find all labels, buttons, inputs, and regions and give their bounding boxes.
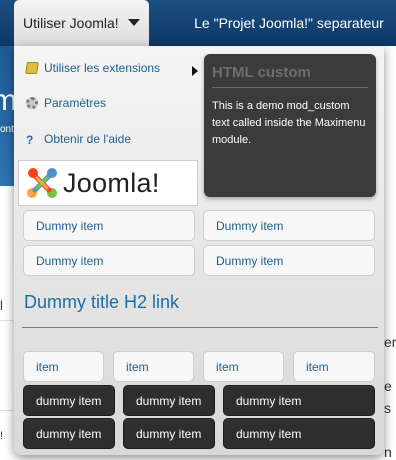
menu-tab-utiliser-joomla[interactable]: Utiliser Joomla! (14, 0, 149, 46)
menu-item-aide[interactable]: ? Obtenir de l'aide (26, 129, 131, 149)
top-menu-bar: Utiliser Joomla! Le "Projet Joomla!" sep… (0, 0, 396, 46)
item-label: item (306, 359, 329, 374)
dummy-item-button[interactable]: Dummy item (203, 210, 375, 241)
background-text: ! (0, 430, 4, 442)
joomla-logo-icon (27, 168, 57, 198)
extensions-icon (25, 62, 39, 74)
menu-tab-label: Le "Projet Joomla!" separateur (194, 15, 384, 31)
item-label: item (36, 359, 59, 374)
background-text: e (384, 378, 392, 394)
module-title: HTML custom (212, 64, 368, 88)
menu-item-extensions[interactable]: Utiliser les extensions (25, 58, 161, 78)
dark-item-label: dummy item (36, 426, 102, 441)
dummy-item-label: Dummy item (216, 218, 284, 233)
dummy-item-label: Dummy item (216, 253, 284, 268)
menu-tab-label: Utiliser Joomla! (23, 15, 119, 31)
dark-dummy-item-button[interactable]: dummy item (223, 418, 375, 449)
item-label: item (126, 359, 149, 374)
menu-tab-projet-joomla[interactable]: Le "Projet Joomla!" separateur (182, 0, 396, 46)
dark-dummy-item-button[interactable]: dummy item (23, 385, 115, 416)
submenu-arrow-icon (192, 66, 198, 76)
dummy-item-label: Dummy item (36, 218, 104, 233)
dummy-item-button[interactable]: Dummy item (23, 210, 195, 241)
background-text: l (0, 298, 3, 313)
maximenu-dropdown-panel: Utiliser les extensions Paramètres ? Obt… (14, 46, 384, 455)
dark-dummy-item-button[interactable]: dummy item (123, 385, 215, 416)
background-divider (0, 320, 14, 321)
item-label: item (216, 359, 239, 374)
gear-icon (26, 97, 38, 109)
item-button[interactable]: item (203, 351, 284, 382)
dark-dummy-item-button[interactable]: dummy item (223, 385, 375, 416)
dummy-item-button[interactable]: Dummy item (23, 245, 195, 276)
dummy-item-button[interactable]: Dummy item (203, 245, 375, 276)
menu-item-parametres[interactable]: Paramètres (26, 93, 106, 113)
dark-item-label: dummy item (236, 426, 302, 441)
background-divider (0, 410, 14, 411)
caret-down-icon (128, 19, 140, 26)
dummy-item-label: Dummy item (36, 253, 104, 268)
item-button[interactable]: item (293, 351, 375, 382)
dark-item-label: dummy item (136, 393, 202, 408)
dropdown-divider (22, 327, 378, 328)
menu-item-label: Utiliser les extensions (44, 61, 161, 75)
dark-item-label: dummy item (236, 393, 302, 408)
background-text: s (384, 400, 391, 416)
joomla-logo[interactable]: Joomla! (18, 160, 198, 206)
background-text: n (384, 444, 392, 460)
item-button[interactable]: item (113, 351, 194, 382)
joomla-logo-text: Joomla! (63, 167, 160, 198)
dummy-h2-link[interactable]: Dummy title H2 link (24, 292, 179, 313)
menu-item-label: Paramètres (44, 96, 107, 110)
menu-item-label: Obtenir de l'aide (44, 132, 132, 146)
module-text: This is a demo mod_custom text called in… (212, 100, 366, 146)
dark-item-label: dummy item (136, 426, 202, 441)
dark-item-label: dummy item (36, 393, 102, 408)
help-icon: ? (26, 133, 34, 147)
dark-dummy-item-button[interactable]: dummy item (123, 418, 215, 449)
dark-dummy-item-button[interactable]: dummy item (23, 418, 115, 449)
item-button[interactable]: item (23, 351, 104, 382)
background-hero-text: ont (0, 124, 14, 135)
background-text: er (384, 334, 396, 350)
html-custom-module: HTML custom This is a demo mod_custom te… (204, 54, 376, 197)
